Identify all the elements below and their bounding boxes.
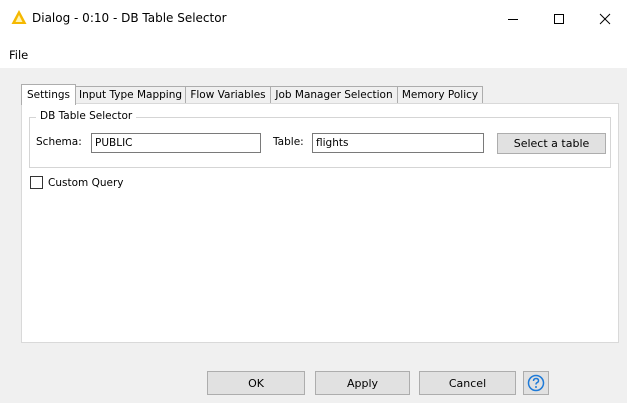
schema-label: Schema:	[36, 136, 82, 148]
minimize-button[interactable]	[490, 6, 536, 32]
maximize-icon	[554, 14, 564, 24]
close-icon	[599, 13, 611, 25]
tab-flow-variables[interactable]: Flow Variables	[185, 86, 271, 103]
db-table-selector-group: DB Table Selector Schema: PUBLIC Table: …	[29, 110, 611, 168]
window-title: Dialog - 0:10 - DB Table Selector	[32, 11, 227, 25]
tab-memory-policy[interactable]: Memory Policy	[397, 86, 483, 103]
help-question-icon	[527, 374, 545, 392]
close-button[interactable]	[582, 6, 627, 32]
select-table-button[interactable]: Select a table	[497, 133, 606, 154]
custom-query-checkbox[interactable]	[30, 176, 43, 189]
apply-button[interactable]: Apply	[315, 371, 410, 395]
warning-triangle-icon	[11, 9, 27, 25]
minimize-icon	[508, 19, 518, 20]
cancel-button[interactable]: Cancel	[419, 371, 516, 395]
schema-input[interactable]: PUBLIC	[91, 133, 261, 153]
settings-panel: DB Table Selector Schema: PUBLIC Table: …	[21, 103, 619, 343]
menu-bar: File	[0, 42, 627, 68]
table-label: Table:	[273, 136, 304, 148]
title-bar: Dialog - 0:10 - DB Table Selector	[0, 0, 627, 42]
ok-button[interactable]: OK	[207, 371, 305, 395]
menu-file[interactable]: File	[9, 48, 28, 62]
help-button[interactable]	[523, 371, 549, 395]
table-input[interactable]: flights	[312, 133, 484, 153]
maximize-button[interactable]	[536, 6, 582, 32]
custom-query-option[interactable]: Custom Query	[30, 176, 123, 189]
tab-settings[interactable]: Settings	[21, 84, 76, 105]
custom-query-label: Custom Query	[48, 176, 124, 189]
tab-input-type-mapping[interactable]: Input Type Mapping	[75, 86, 186, 103]
tab-job-manager-selection[interactable]: Job Manager Selection	[270, 86, 398, 103]
group-title: DB Table Selector	[36, 110, 137, 122]
